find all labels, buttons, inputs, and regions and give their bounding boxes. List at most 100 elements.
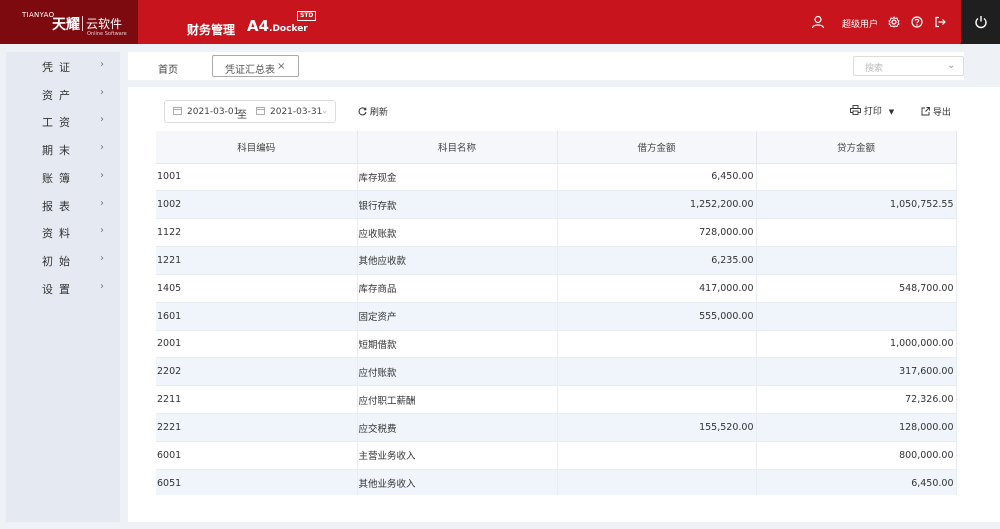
voucher-summary-table: 科目编码 科目名称 借方金额 贷方金额 1001 库存现金 6,450.00 100… <box>156 131 964 495</box>
cell-name: 其他业务收入 <box>357 469 558 495</box>
logo-cloud-text: 云软件 <box>86 17 123 31</box>
date-start[interactable]: 2021-03-01 <box>187 107 239 117</box>
cell-debit <box>557 357 757 387</box>
cell-credit: 317,600.00 <box>756 357 957 387</box>
tab-home[interactable]: 首页 <box>158 61 178 76</box>
refresh-button[interactable]: 刷新 <box>358 105 388 118</box>
sidebar-item-period-end[interactable]: 期末 › <box>6 135 120 163</box>
logo-sub-text: Online Software <box>87 31 127 37</box>
sidebar-item-label: 资料 <box>42 227 76 240</box>
cell-name: 其他应收款 <box>357 246 558 275</box>
cell-credit <box>756 218 957 248</box>
cell-debit: 6,450.00 <box>557 163 757 192</box>
cell-debit: 555,000.00 <box>557 302 757 331</box>
logo[interactable]: TIANYAO 天耀 云软件 Online Software <box>0 0 138 44</box>
print-label: 打印 <box>863 107 882 117</box>
cell-name: 应收账款 <box>357 218 558 248</box>
sidebar-item-voucher[interactable]: 凭证 › <box>6 52 120 80</box>
column-header-credit[interactable]: 贷方金额 <box>756 131 957 164</box>
cell-credit <box>756 163 957 192</box>
table-row[interactable]: 6001 主营业务收入 800,000.00 <box>156 441 957 470</box>
settings-icon[interactable] <box>886 14 902 30</box>
column-header-account-code[interactable]: 科目编码 <box>156 131 358 164</box>
cell-credit: 548,700.00 <box>756 274 957 303</box>
search-placeholder: 搜索 <box>865 64 884 74</box>
tab-voucher-summary[interactable]: 凭证汇总表 × <box>212 55 299 77</box>
cell-debit <box>557 469 757 495</box>
chevron-right-icon: › <box>100 253 104 264</box>
table-row[interactable]: 2001 短期借款 1,000,000.00 <box>156 330 957 359</box>
sidebar-item-assets[interactable]: 资产 › <box>6 80 120 108</box>
cell-code: 1122 <box>156 218 358 248</box>
table-row[interactable]: 2211 应付职工薪酬 72,326.00 <box>156 385 957 415</box>
sidebar: 凭证 › 资产 › 工资 › 期末 › 账簿 › 报表 › 资料 › 初始 › … <box>6 52 120 522</box>
table-row[interactable]: 1405 库存商品 417,000.00 548,700.00 <box>156 274 957 303</box>
table-row[interactable]: 1221 其他应收款 6,235.00 <box>156 246 957 275</box>
cell-code: 2211 <box>156 385 358 415</box>
sidebar-item-label: 资产 <box>42 89 76 102</box>
refresh-label: 刷新 <box>369 108 388 118</box>
table-row[interactable]: 1122 应收账款 728,000.00 <box>156 218 957 248</box>
column-header-account-name[interactable]: 科目名称 <box>357 131 558 164</box>
cell-name: 应付账款 <box>357 357 558 387</box>
table-row[interactable]: 6051 其他业务收入 6,450.00 <box>156 469 957 495</box>
print-button[interactable]: 打印 ▼ <box>850 104 894 117</box>
cell-code: 1001 <box>156 163 358 192</box>
chevron-right-icon: › <box>100 170 104 181</box>
tab-label: 凭证汇总表 <box>225 65 275 76</box>
cell-credit: 1,050,752.55 <box>756 190 957 220</box>
chevron-right-icon: › <box>100 114 104 125</box>
column-header-debit[interactable]: 借方金额 <box>557 131 757 164</box>
cell-credit: 6,450.00 <box>756 469 957 495</box>
cell-credit <box>756 302 957 331</box>
chevron-right-icon: › <box>100 142 104 153</box>
search-select[interactable]: 搜索 ⌄ <box>853 56 964 76</box>
data-table: 科目编码 科目名称 借方金额 贷方金额 1001 库存现金 6,450.00 100… <box>156 131 957 495</box>
export-label: 导出 <box>932 108 951 118</box>
sidebar-item-reports[interactable]: 报表 › <box>6 191 120 219</box>
cell-credit: 128,000.00 <box>756 413 957 442</box>
cell-name: 库存现金 <box>357 163 558 192</box>
cell-debit: 1,252,200.00 <box>557 190 757 220</box>
help-icon[interactable] <box>909 14 925 30</box>
export-icon <box>921 107 930 116</box>
power-icon <box>974 16 987 29</box>
user-icon[interactable] <box>810 14 826 30</box>
table-row[interactable]: 1002 银行存款 1,252,200.00 1,050,752.55 <box>156 190 957 220</box>
sidebar-item-label: 工资 <box>42 116 76 129</box>
cell-debit <box>557 385 757 415</box>
sidebar-item-label: 账簿 <box>42 172 76 185</box>
cell-credit: 72,326.00 <box>756 385 957 415</box>
table-row[interactable]: 1601 固定资产 555,000.00 <box>156 302 957 331</box>
sidebar-item-label: 期末 <box>42 144 76 157</box>
table-row[interactable]: 2202 应付账款 317,600.00 <box>156 357 957 387</box>
table-row[interactable]: 1001 库存现金 6,450.00 <box>156 163 957 192</box>
power-button[interactable] <box>961 0 1000 44</box>
cell-code: 6051 <box>156 469 358 495</box>
date-range-picker[interactable]: 2021-03-01 至 2021-03-31 ⌄ <box>164 100 336 123</box>
product-docker: .Docker <box>269 24 308 34</box>
sidebar-item-master-data[interactable]: 资料 › <box>6 218 120 246</box>
close-icon[interactable]: × <box>277 61 285 72</box>
export-button[interactable]: 导出 <box>921 105 951 118</box>
cell-credit: 1,000,000.00 <box>756 330 957 359</box>
sidebar-item-label: 报表 <box>42 200 76 213</box>
table-row[interactable]: 2221 应交税费 155,520.00 128,000.00 <box>156 413 957 442</box>
exit-icon[interactable] <box>932 14 948 30</box>
sidebar-item-initialization[interactable]: 初始 › <box>6 246 120 274</box>
cell-debit <box>557 441 757 470</box>
chevron-right-icon: › <box>100 281 104 292</box>
cell-name: 固定资产 <box>357 302 558 331</box>
sidebar-item-payroll[interactable]: 工资 › <box>6 107 120 135</box>
cell-code: 1221 <box>156 246 358 275</box>
sidebar-item-label: 设置 <box>42 283 76 296</box>
calendar-icon <box>173 107 182 115</box>
logo-divider <box>82 16 83 31</box>
user-name[interactable]: 超级用户 <box>842 17 878 30</box>
sidebar-item-ledgers[interactable]: 账簿 › <box>6 163 120 191</box>
date-end[interactable]: 2021-03-31 <box>270 107 322 117</box>
top-bar: TIANYAO 天耀 云软件 Online Software 财务管理 A4.D… <box>0 0 1000 44</box>
calendar-icon <box>256 107 265 115</box>
cell-credit: 800,000.00 <box>756 441 957 470</box>
sidebar-item-settings[interactable]: 设置 › <box>6 274 120 302</box>
